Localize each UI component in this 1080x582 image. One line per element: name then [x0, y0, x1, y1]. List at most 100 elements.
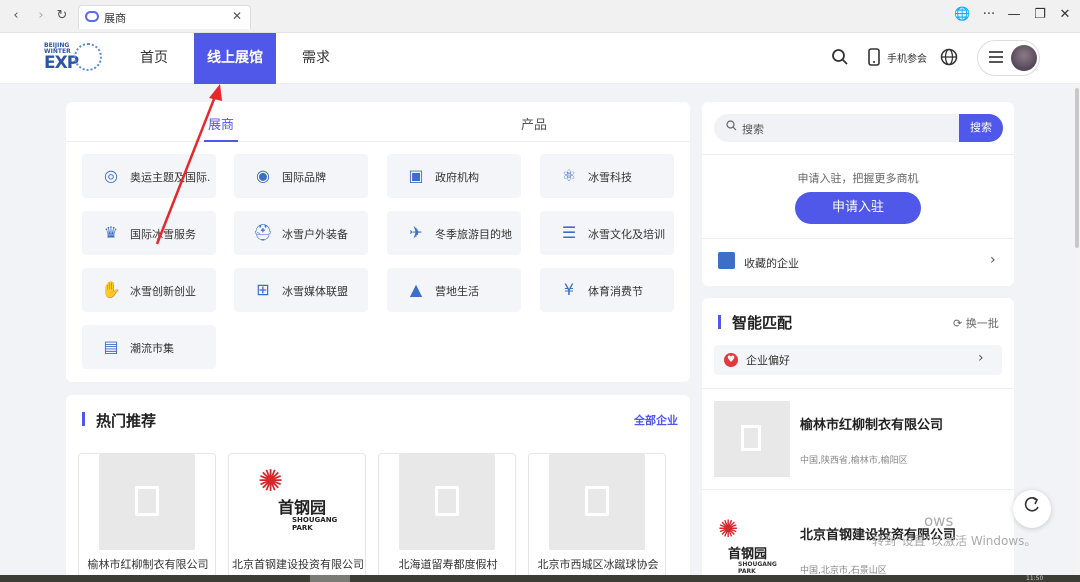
category-label: 冰雪户外装备: [282, 228, 348, 241]
chevron-right-icon[interactable]: ›: [990, 252, 996, 268]
site-header: BEIJING WINTER EXP 首页 线上展馆 需求 手机参会: [0, 33, 1080, 84]
consumer-icon: ¥: [563, 280, 575, 299]
category-label: 体育消费节: [588, 285, 643, 298]
category-label: 冰雪科技: [588, 171, 632, 184]
mobile-join-label[interactable]: 手机参会: [887, 50, 927, 65]
company-card[interactable]: ✺ 首钢园 SHOUGANG PARK 北京首钢建设投资有限公司: [228, 453, 366, 582]
company-card[interactable]: 北海道留寿都度假村: [378, 453, 516, 582]
restore-icon[interactable]: ❐: [1032, 7, 1048, 22]
company-name: 北海道留寿都度假村: [398, 558, 498, 571]
category-label: 冰雪媒体联盟: [282, 285, 348, 298]
mobile-icon[interactable]: [868, 48, 880, 70]
globe-icon: ◉: [256, 166, 270, 185]
refresh-button[interactable]: ⟳ 换一批: [953, 315, 999, 331]
category-label: 冰雪创新创业: [130, 285, 196, 298]
logo-sub2: PARK: [738, 568, 756, 575]
category-item[interactable]: ▤ 潮流市集: [82, 325, 216, 369]
tab-title: 展商: [104, 12, 126, 25]
tent-icon: ▲: [409, 280, 423, 299]
category-item[interactable]: ¥ 体育消费节: [540, 268, 674, 312]
apply-hint: 申请入驻，把握更多商机: [797, 172, 919, 185]
exhibitor-tabs: 展商 产品: [66, 102, 690, 142]
company-card[interactable]: 北京市西城区冰蹴球协会: [528, 453, 666, 582]
placeholder-image-icon: [99, 454, 195, 550]
nav-demand[interactable]: 需求: [290, 33, 342, 84]
company-name[interactable]: 榆林市红柳制衣有限公司: [800, 414, 943, 433]
divider: [702, 154, 1014, 155]
company-card[interactable]: 榆林市红柳制衣有限公司: [78, 453, 216, 582]
category-item[interactable]: ⛑ 冰雪户外装备: [234, 211, 368, 255]
logo-sub1: SHOUGANG: [738, 561, 777, 568]
search-icon[interactable]: [831, 48, 849, 70]
more-icon[interactable]: ···: [981, 7, 997, 22]
category-item[interactable]: ✋ 冰雪创新创业: [82, 268, 216, 312]
apply-button[interactable]: 申请入驻: [795, 192, 921, 224]
search-input[interactable]: 搜索: [714, 114, 959, 142]
company-name: 北京市西城区冰蹴球协会: [537, 558, 659, 571]
category-item[interactable]: ♛ 国际冰雪服务: [82, 211, 216, 255]
placeholder-image-icon[interactable]: [714, 401, 790, 477]
category-item[interactable]: ☰ 冰雪文化及培训: [540, 211, 674, 255]
divider: [702, 238, 1014, 239]
category-label: 冬季旅游目的地: [435, 228, 512, 241]
search-button[interactable]: 搜索: [959, 114, 1003, 142]
category-item[interactable]: ⊞ 冰雪媒体联盟: [234, 268, 368, 312]
preference-row[interactable]: ♥ 企业偏好 ›: [714, 345, 1002, 375]
logo-sub: SHOUGANG PARK: [292, 516, 337, 532]
category-label: 国际品牌: [282, 171, 326, 184]
innovation-icon: ✋: [101, 280, 121, 299]
tab-products[interactable]: 产品: [521, 114, 547, 133]
category-item[interactable]: ◎ 奥运主题及国际...: [82, 154, 216, 198]
nav-home[interactable]: 首页: [128, 33, 180, 84]
user-menu-button[interactable]: [977, 40, 1040, 76]
podium-icon: ♛: [103, 223, 119, 242]
category-item[interactable]: ◉ 国际品牌: [234, 154, 368, 198]
all-companies-link[interactable]: 全部企业: [634, 412, 678, 428]
category-label: 奥运主题及国际...: [130, 171, 210, 184]
category-label: 营地生活: [435, 285, 479, 298]
preference-label: 企业偏好: [746, 354, 790, 367]
close-tab-icon[interactable]: ✕: [232, 9, 242, 23]
globe-icon[interactable]: 🌐: [954, 7, 970, 22]
logo[interactable]: BEIJING WINTER EXP: [44, 41, 102, 75]
logo-name: 首钢园: [278, 498, 327, 517]
back-icon[interactable]: ‹: [8, 8, 24, 24]
window-close-icon[interactable]: ✕: [1057, 7, 1073, 22]
category-label: 潮流市集: [130, 342, 174, 355]
favorites-link[interactable]: 收藏的企业: [744, 255, 799, 271]
logo-name: 首钢园: [728, 547, 768, 562]
refresh-label: 换一批: [965, 317, 999, 330]
category-label: 冰雪文化及培训: [588, 228, 665, 241]
category-item[interactable]: ⚛ 冰雪科技: [540, 154, 674, 198]
company-name: 榆林市红柳制衣有限公司: [87, 558, 209, 571]
burst-icon: ✺: [718, 515, 739, 543]
cloud-icon: [85, 11, 99, 22]
placeholder-image-icon: [399, 454, 495, 550]
shougang-logo[interactable]: ✺ 首钢园 SHOUGANG PARK: [714, 511, 790, 582]
language-globe-icon[interactable]: [940, 48, 958, 70]
taskbar-item[interactable]: [310, 575, 350, 582]
browser-chrome: ‹ › ↻ 展商 ✕ 🌐 ··· — ❐ ✕: [0, 0, 1080, 33]
nav-online-hall[interactable]: 线上展馆: [194, 33, 276, 84]
hot-title: 热门推荐: [96, 412, 157, 430]
tab-exhibitors[interactable]: 展商: [208, 114, 234, 133]
scrollbar-thumb[interactable]: [1075, 88, 1079, 248]
category-item[interactable]: ▣ 政府机构: [387, 154, 521, 198]
reload-icon[interactable]: ↻: [54, 8, 70, 24]
active-tab-underline: [204, 140, 238, 142]
forward-icon[interactable]: ›: [33, 8, 49, 24]
company-name: 北京首钢建设投资有限公司: [232, 558, 364, 571]
search-placeholder: 搜索: [742, 123, 764, 136]
category-item[interactable]: ▲ 营地生活: [387, 268, 521, 312]
activation-watermark-line1: ows: [924, 512, 954, 530]
emblem-icon: ▣: [408, 166, 424, 185]
refresh-float-button[interactable]: [1013, 490, 1051, 528]
shougang-logo: ✺ 首钢园 SHOUGANG PARK: [254, 462, 340, 548]
favorites-icon: [718, 252, 735, 269]
minimize-icon[interactable]: —: [1006, 7, 1022, 22]
category-item[interactable]: ✈ 冬季旅游目的地: [387, 211, 521, 255]
browser-tab[interactable]: 展商 ✕: [78, 5, 251, 29]
company-location: 中国,陕西省,榆林市,榆阳区: [800, 456, 908, 466]
hot-panel: 热门推荐 全部企业 榆林市红柳制衣有限公司 ✺ 首钢园 SHOUGANG PARK 北京首…: [66, 395, 690, 582]
heart-icon: ♥: [724, 353, 738, 367]
